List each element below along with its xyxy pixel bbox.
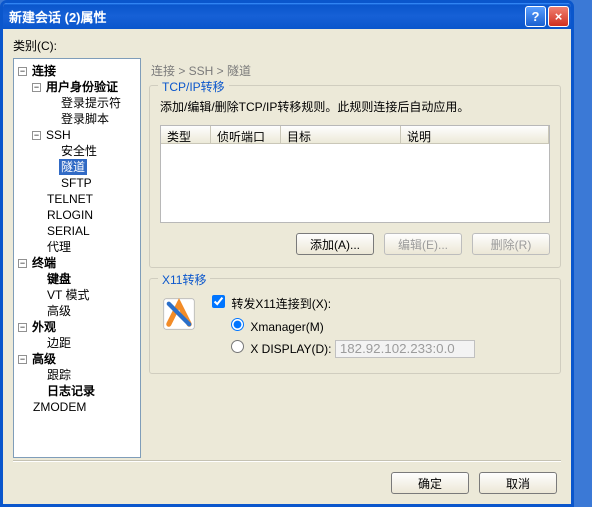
tree-keyboard[interactable]: 键盘 [45,271,73,287]
x11-group: X11转移 转发X11连接到(X): [149,278,561,374]
delete-button[interactable]: 删除(R) [472,233,550,255]
forward-x11-input[interactable] [212,295,225,308]
tree-advanced-terminal[interactable]: 高级 [45,303,73,319]
tree-sftp[interactable]: SFTP [59,175,94,191]
tree-appearance[interactable]: 外观 [30,319,58,335]
tree-security[interactable]: 安全性 [59,143,99,159]
xdisplay-radio-input[interactable] [231,340,244,353]
tree-telnet[interactable]: TELNET [45,191,95,207]
xmanager-radio-input[interactable] [231,318,244,331]
tcpip-description: 添加/编辑/删除TCP/IP转移规则。此规则连接后自动应用。 [160,98,550,115]
col-type[interactable]: 类型 [161,126,211,143]
tcpip-group: TCP/IP转移 添加/编辑/删除TCP/IP转移规则。此规则连接后自动应用。 … [149,85,561,268]
expand-icon[interactable]: − [18,323,27,332]
ok-button[interactable]: 确定 [391,472,469,494]
expand-icon[interactable]: − [18,67,27,76]
category-tree[interactable]: −连接 −用户身份验证 登录提示符 登录脚本 −SSH 安全性 [13,58,141,458]
tree-loginprompt[interactable]: 登录提示符 [59,95,123,111]
xmanager-radio[interactable]: Xmanager(M) [226,315,475,334]
tcpip-legend: TCP/IP转移 [158,78,229,95]
x11-legend: X11转移 [158,271,210,288]
tree-logging[interactable]: 日志记录 [45,383,97,399]
tree-connection[interactable]: 连接 [30,63,58,79]
tree-trace[interactable]: 跟踪 [45,367,73,383]
expand-icon[interactable]: − [32,83,41,92]
xmanager-icon [160,295,198,333]
expand-icon[interactable]: − [32,131,41,140]
close-button[interactable]: × [548,6,569,27]
tree-userauth[interactable]: 用户身份验证 [44,79,120,95]
settings-panel: 连接 > SSH > 隧道 TCP/IP转移 添加/编辑/删除TCP/IP转移规… [149,58,561,458]
expand-icon[interactable]: − [18,355,27,364]
tree-ssh[interactable]: SSH [44,127,73,143]
col-target[interactable]: 目标 [281,126,401,143]
col-description[interactable]: 说明 [401,126,549,143]
tree-vtmode[interactable]: VT 模式 [45,287,91,303]
tree-loginscript[interactable]: 登录脚本 [59,111,111,127]
tree-zmodem[interactable]: ZMODEM [31,399,88,415]
expand-icon[interactable]: − [18,259,27,268]
tree-proxy[interactable]: 代理 [45,239,73,255]
xdisplay-field[interactable] [335,340,475,358]
rules-table[interactable]: 类型 侦听端口 目标 说明 [160,125,550,223]
title-bar[interactable]: 新建会话 (2)属性 ? × [3,3,571,29]
tree-rlogin[interactable]: RLOGIN [45,207,95,223]
edit-button[interactable]: 编辑(E)... [384,233,462,255]
tree-advanced[interactable]: 高级 [30,351,58,367]
xdisplay-radio[interactable]: X DISPLAY(D): [226,337,475,358]
category-label: 类别(C): [13,37,561,54]
tree-terminal[interactable]: 终端 [30,255,58,271]
help-button[interactable]: ? [525,6,546,27]
tree-serial[interactable]: SERIAL [45,223,92,239]
add-button[interactable]: 添加(A)... [296,233,374,255]
tree-margin[interactable]: 边距 [45,335,73,351]
cancel-button[interactable]: 取消 [479,472,557,494]
col-listen-port[interactable]: 侦听端口 [211,126,281,143]
forward-x11-checkbox[interactable]: 转发X11连接到(X): [208,292,475,312]
separator [13,460,561,462]
properties-dialog: 新建会话 (2)属性 ? × 类别(C): −连接 −用户身份验证 登录提示符 … [0,0,574,507]
tree-tunnel[interactable]: 隧道 [59,159,87,175]
window-title: 新建会话 (2)属性 [9,7,523,26]
